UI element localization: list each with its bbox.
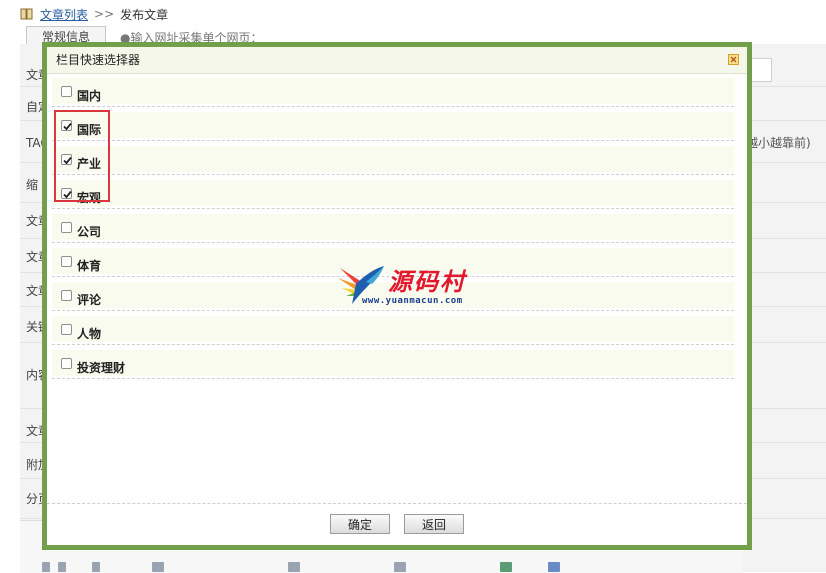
checkbox-macro[interactable] <box>61 188 72 199</box>
checkbox-investment[interactable] <box>61 358 72 369</box>
toolbar-underline-icon[interactable] <box>92 562 100 572</box>
watermark-text: 源码村 <box>388 267 466 296</box>
category-label: 公司 <box>77 225 102 239</box>
checkbox-company[interactable] <box>61 222 72 233</box>
breadcrumb-separator: >> <box>94 7 115 21</box>
category-label: 国内 <box>77 89 102 103</box>
category-label: 人物 <box>77 327 102 341</box>
back-button[interactable]: 返回 <box>404 514 464 534</box>
dialog-header: 栏目快速选择器 <box>47 47 747 74</box>
toolbar-list-icon[interactable] <box>152 562 164 572</box>
toolbar-bold-icon[interactable] <box>42 562 50 572</box>
dialog-footer: 确定 返回 <box>47 503 747 546</box>
category-label: 投资理财 <box>77 361 126 375</box>
category-label: 评论 <box>77 293 102 307</box>
category-list: 国内 国际 产业 宏观 公司 体育 评论 人物 投资理财 <box>52 74 734 380</box>
checkbox-domestic[interactable] <box>61 86 72 97</box>
checkbox-sports[interactable] <box>61 256 72 267</box>
breadcrumb: 文章列表 >> 发布文章 <box>20 5 168 23</box>
toolbar-align-icon[interactable] <box>288 562 300 572</box>
list-item[interactable]: 公司 <box>52 210 734 243</box>
checkbox-industry[interactable] <box>61 154 72 165</box>
list-item[interactable]: 宏观 <box>52 176 734 209</box>
article-list-link[interactable]: 文章列表 <box>40 6 88 23</box>
category-label: 国际 <box>77 123 102 137</box>
checkbox-people[interactable] <box>61 324 72 335</box>
toolbar-italic-icon[interactable] <box>58 562 66 572</box>
field-label: 缩 <box>26 178 39 192</box>
confirm-button[interactable]: 确定 <box>330 514 390 534</box>
list-item[interactable]: 投资理财 <box>52 346 734 379</box>
list-item[interactable]: 人物 <box>52 312 734 345</box>
checkbox-international[interactable] <box>61 120 72 131</box>
book-icon <box>20 8 34 20</box>
close-icon[interactable] <box>728 54 739 65</box>
watermark: 源码村 www.yuanmacun.com <box>336 260 496 312</box>
dialog-title: 栏目快速选择器 <box>56 53 141 67</box>
category-label: 体育 <box>77 259 102 273</box>
list-item[interactable]: 国际 <box>52 108 734 141</box>
watermark-url: www.yuanmacun.com <box>362 296 463 306</box>
breadcrumb-current: 发布文章 <box>120 7 169 22</box>
list-item[interactable]: 产业 <box>52 142 734 175</box>
list-item[interactable]: 国内 <box>52 74 734 107</box>
checkbox-commentary[interactable] <box>61 290 72 301</box>
sort-order-hint: 越小越靠前) <box>746 136 811 150</box>
toolbar-link-icon[interactable] <box>500 562 512 572</box>
category-label: 产业 <box>77 157 102 171</box>
toolbar-media-icon[interactable] <box>548 562 560 572</box>
category-label: 宏观 <box>77 191 102 205</box>
toolbar-image-icon[interactable] <box>394 562 406 572</box>
